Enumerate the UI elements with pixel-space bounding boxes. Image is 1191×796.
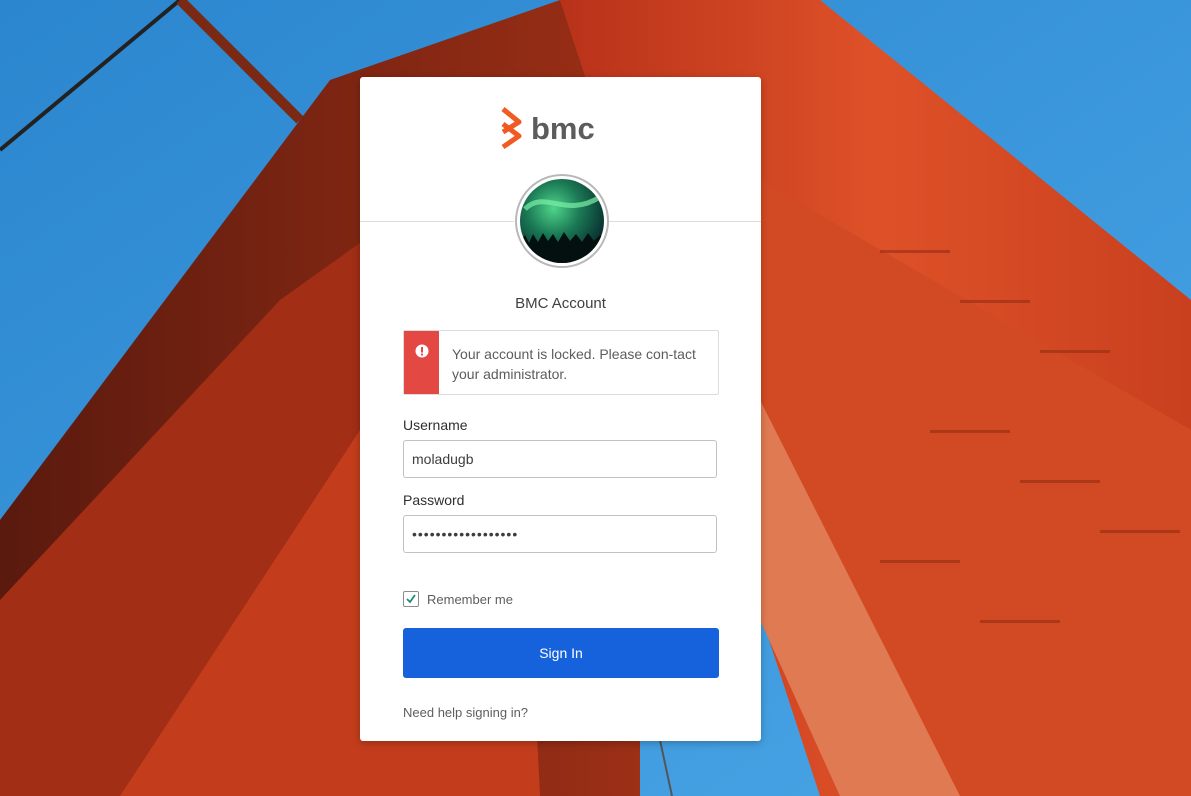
aurora-avatar-icon <box>515 174 609 268</box>
error-alert: Your account is locked. Please con-tact … <box>403 330 719 395</box>
login-card: bmc BMC Account Your account is locked. … <box>360 77 761 741</box>
help-link[interactable]: Need help signing in? <box>403 705 528 720</box>
alert-message: Your account is locked. Please con-tact … <box>452 346 696 382</box>
checkmark-icon <box>406 594 416 604</box>
remember-label: Remember me <box>427 592 513 607</box>
alert-bar <box>404 331 439 394</box>
header-divider-right <box>608 221 761 222</box>
bmc-logo: bmc <box>501 107 595 150</box>
svg-text:bmc: bmc <box>531 111 595 146</box>
sign-in-button[interactable]: Sign In <box>403 628 719 678</box>
error-icon <box>415 344 429 358</box>
account-title: BMC Account <box>515 295 606 312</box>
password-label: Password <box>403 492 465 508</box>
username-label: Username <box>403 417 468 433</box>
username-field[interactable]: moladugb <box>403 440 717 478</box>
password-field[interactable]: •••••••••••••••••• <box>403 515 717 553</box>
header-divider-left <box>360 221 514 222</box>
remember-checkbox[interactable] <box>403 591 419 607</box>
